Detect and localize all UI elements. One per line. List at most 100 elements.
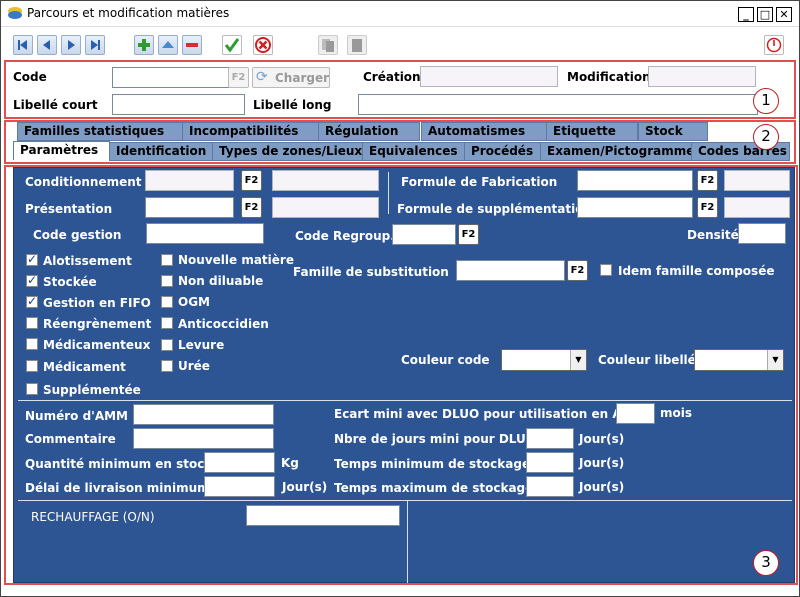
couleur-code-select[interactable]: ▼ bbox=[501, 349, 587, 371]
rechauffage-input[interactable] bbox=[246, 505, 400, 526]
code-regroup-input[interactable] bbox=[392, 224, 456, 245]
temps-min-label: Temps minimum de stockage bbox=[334, 457, 531, 471]
ogm-checkbox[interactable] bbox=[161, 296, 173, 308]
conditionnement-f2-button[interactable]: F2 bbox=[241, 170, 262, 191]
code-label: Code bbox=[13, 70, 47, 84]
ecart-dluo-label: Ecart mini avec DLUO pour utilisation en… bbox=[334, 407, 642, 421]
couleur-code-label: Couleur code bbox=[401, 353, 490, 367]
tab-types-zones-lieux[interactable]: Types de zones/Lieux bbox=[212, 142, 363, 161]
close-button[interactable]: ✕ bbox=[776, 7, 792, 22]
non-diluable-checkbox[interactable] bbox=[161, 275, 173, 287]
tab-regulation[interactable]: Régulation bbox=[318, 122, 420, 141]
nouvelle-matiere-checkbox[interactable] bbox=[161, 254, 173, 266]
formule-fabrication-f2-button[interactable]: F2 bbox=[697, 170, 718, 191]
code-regroup-f2-button[interactable]: F2 bbox=[458, 224, 479, 245]
famille-substitution-input[interactable] bbox=[456, 260, 565, 281]
separator bbox=[407, 501, 408, 583]
presentation-input[interactable] bbox=[145, 197, 234, 218]
section-1-marker: 1 bbox=[753, 88, 779, 114]
move-up-icon[interactable] bbox=[158, 35, 178, 55]
medicamenteux-checkbox[interactable] bbox=[26, 338, 38, 350]
reengrenement-checkbox[interactable] bbox=[26, 317, 38, 329]
code-input[interactable] bbox=[112, 67, 229, 88]
code-gestion-label: Code gestion bbox=[33, 228, 122, 242]
delai-livraison-label: Délai de livraison minimum bbox=[25, 481, 210, 495]
fifo-checkbox[interactable] bbox=[26, 294, 38, 308]
charger-button[interactable]: ⟳ Charger bbox=[252, 67, 330, 88]
temps-min-unit: Jour(s) bbox=[579, 456, 625, 470]
tab-equivalences[interactable]: Equivalences bbox=[362, 142, 465, 161]
nbre-jours-input[interactable] bbox=[526, 428, 574, 449]
alotissement-checkbox[interactable] bbox=[26, 252, 38, 266]
couleur-libelle-select[interactable]: ▼ bbox=[694, 349, 784, 371]
add-icon[interactable] bbox=[134, 35, 154, 55]
libelle-long-input[interactable] bbox=[358, 94, 758, 115]
delete-icon[interactable] bbox=[182, 35, 202, 55]
first-record-icon[interactable] bbox=[13, 35, 33, 55]
temps-min-input[interactable] bbox=[526, 452, 574, 473]
code-gestion-input[interactable] bbox=[146, 223, 264, 244]
densite-label: Densité bbox=[687, 228, 739, 242]
modification-label: Modification bbox=[567, 70, 651, 84]
next-record-icon[interactable] bbox=[61, 35, 81, 55]
tab-familles-statistiques[interactable]: Familles statistiques bbox=[17, 122, 183, 141]
last-record-icon[interactable] bbox=[85, 35, 105, 55]
creation-label: Création bbox=[363, 70, 421, 84]
formule-supplementation-input[interactable] bbox=[577, 197, 693, 218]
app-icon bbox=[8, 7, 22, 19]
numero-amm-input[interactable] bbox=[133, 404, 274, 425]
formule-fabrication-desc bbox=[724, 170, 790, 191]
stockee-checkbox[interactable] bbox=[26, 273, 38, 287]
temps-max-unit: Jour(s) bbox=[579, 480, 625, 494]
title-bar: Parcours et modification matières _ □ ✕ bbox=[1, 1, 799, 27]
quantite-min-input[interactable] bbox=[204, 452, 275, 473]
uree-checkbox[interactable] bbox=[161, 360, 173, 372]
mois-unit: mois bbox=[660, 406, 693, 420]
delai-unit: Jour(s) bbox=[282, 480, 328, 494]
tab-examen-pictogramme[interactable]: Examen/Pictogramme bbox=[540, 142, 694, 161]
paste-icon[interactable] bbox=[347, 35, 367, 55]
power-icon[interactable] bbox=[764, 35, 784, 55]
ecart-dluo-input[interactable] bbox=[616, 403, 655, 424]
anticoccidien-label: Anticoccidien bbox=[178, 317, 269, 331]
previous-record-icon[interactable] bbox=[37, 35, 57, 55]
presentation-label: Présentation bbox=[25, 202, 113, 216]
supplementee-label: Supplémentée bbox=[43, 383, 141, 397]
presentation-f2-button[interactable]: F2 bbox=[241, 197, 262, 218]
minimize-button[interactable]: _ bbox=[738, 7, 754, 22]
copy-icon[interactable] bbox=[318, 35, 338, 55]
formule-fabrication-input[interactable] bbox=[577, 170, 693, 191]
uree-label: Urée bbox=[178, 359, 210, 373]
window-title: Parcours et modification matières bbox=[27, 6, 230, 20]
cancel-icon[interactable] bbox=[253, 35, 273, 55]
numero-amm-label: Numéro d'AMM bbox=[25, 409, 129, 423]
maximize-button[interactable]: □ bbox=[757, 7, 773, 22]
temps-max-input[interactable] bbox=[526, 476, 574, 497]
validate-icon[interactable] bbox=[222, 35, 242, 55]
formule-supplementation-label: Formule de supplémentation bbox=[397, 202, 593, 216]
code-f2-button[interactable]: F2 bbox=[228, 67, 249, 88]
famille-substitution-f2-button[interactable]: F2 bbox=[567, 260, 588, 281]
libelle-court-input[interactable] bbox=[112, 94, 245, 115]
tab-procedes[interactable]: Procédés bbox=[464, 142, 541, 161]
conditionnement-label: Conditionnement bbox=[25, 175, 142, 189]
refresh-icon: ⟳ bbox=[256, 69, 268, 85]
tab-automatismes[interactable]: Automatismes bbox=[421, 122, 547, 141]
idem-famille-checkbox[interactable] bbox=[600, 264, 612, 276]
commentaire-input[interactable] bbox=[133, 428, 274, 449]
levure-checkbox[interactable] bbox=[161, 339, 173, 351]
densite-input[interactable] bbox=[738, 223, 786, 244]
couleur-libelle-label: Couleur libellé bbox=[598, 353, 696, 367]
tab-parametres[interactable]: Paramètres bbox=[13, 141, 110, 160]
medicamenteux-label: Médicamenteux bbox=[43, 338, 151, 352]
anticoccidien-checkbox[interactable] bbox=[161, 317, 173, 329]
formule-supplementation-f2-button[interactable]: F2 bbox=[697, 197, 718, 218]
tab-stock[interactable]: Stock bbox=[638, 122, 708, 141]
conditionnement-input[interactable] bbox=[145, 170, 234, 191]
medicament-checkbox[interactable] bbox=[26, 360, 38, 372]
tab-etiquette[interactable]: Etiquette bbox=[546, 122, 638, 141]
tab-identification[interactable]: Identification bbox=[109, 142, 215, 161]
delai-livraison-input[interactable] bbox=[204, 476, 275, 497]
supplementee-checkbox[interactable] bbox=[26, 383, 38, 395]
tab-incompatibilites[interactable]: Incompatibilités bbox=[182, 122, 322, 141]
